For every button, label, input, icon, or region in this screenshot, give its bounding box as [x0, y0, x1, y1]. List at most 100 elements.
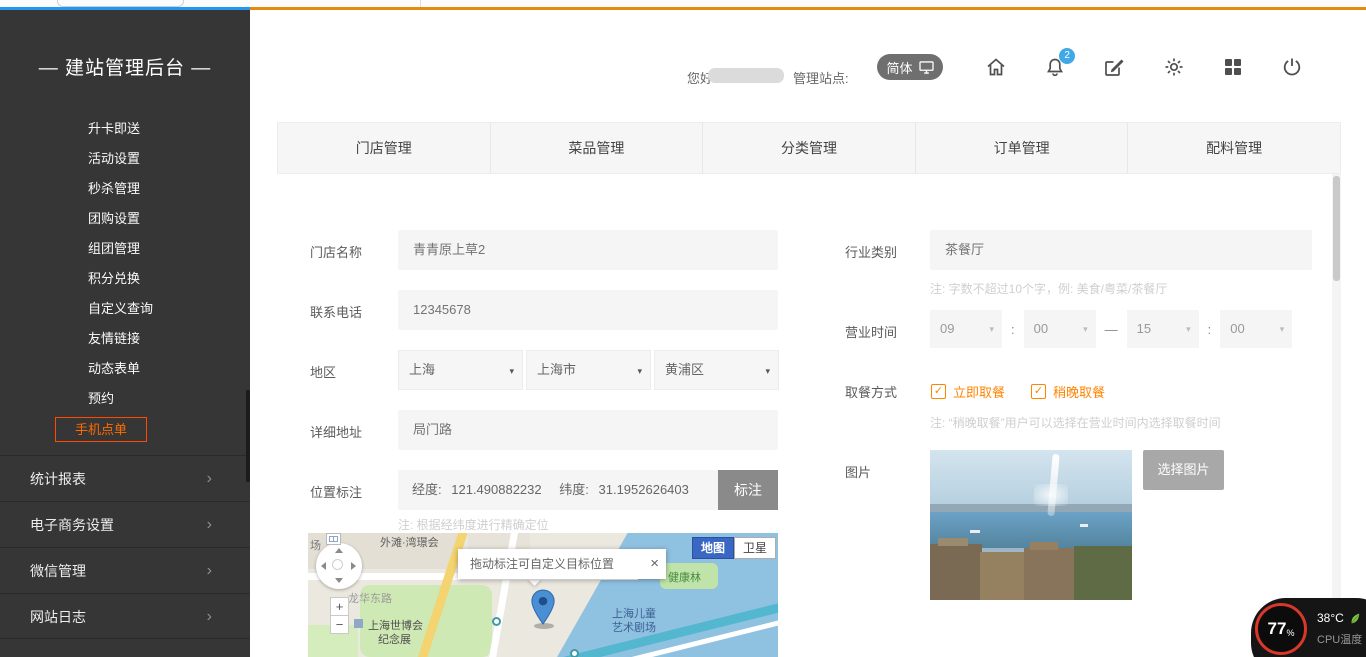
tab-ingredient-management[interactable]: 配料管理	[1128, 123, 1340, 173]
store-name-input[interactable]: 青青原上草2	[398, 230, 778, 270]
sidebar-scrollbar-thumb[interactable]	[246, 390, 250, 482]
open-hour-select[interactable]: 09 ▾	[930, 310, 1002, 348]
chevron-down-icon: ▾	[637, 351, 642, 391]
sidebar-item-mobile-order-wrap: 手机点单	[0, 414, 250, 444]
bell-icon[interactable]: 2	[1043, 55, 1067, 79]
checkbox-immediate-pickup[interactable]: ✓	[931, 384, 946, 399]
photo-boat	[970, 530, 980, 533]
pan-down-icon[interactable]	[335, 578, 343, 583]
pan-up-icon[interactable]	[335, 548, 343, 553]
power-icon[interactable]	[1280, 55, 1304, 79]
tab-dish-management[interactable]: 菜品管理	[491, 123, 704, 173]
edit-icon[interactable]	[1102, 55, 1126, 79]
pan-left-icon[interactable]	[321, 562, 326, 570]
zoom-out-button[interactable]: −	[330, 615, 349, 634]
map-tooltip: 拖动标注可自定义目标位置 ×	[458, 549, 666, 579]
sidebar-section-label: 微信管理	[30, 563, 86, 579]
colon-separator: :	[1011, 322, 1015, 337]
sidebar-item-custom-query[interactable]: 自定义查询	[0, 294, 250, 324]
sidebar-section-label: 电子商务设置	[30, 517, 114, 533]
open-minute-select[interactable]: 00 ▾	[1024, 310, 1096, 348]
store-photo	[930, 450, 1132, 600]
tooltip-text: 拖动标注可自定义目标位置	[470, 557, 614, 571]
open-hour-value: 09	[940, 321, 954, 336]
lng-value: 121.490882232	[451, 482, 541, 497]
language-button[interactable]: 简体	[877, 54, 943, 80]
username-redacted	[708, 68, 784, 83]
map-label: 外滩·湾璟会	[380, 534, 439, 550]
map-type-satellite-button[interactable]: 卫星	[734, 537, 776, 559]
sidebar-section-label: 统计报表	[30, 471, 86, 487]
map-canvas[interactable]: 外滩·湾璟会 龙华东路 上海世博会 纪念展 健康林 上海儿童 艺术剧场 场 拖动…	[308, 533, 778, 657]
colon-separator: :	[1208, 322, 1212, 337]
cpu-widget: 77 % 38°C CPU温度	[1251, 598, 1366, 657]
pickup-row: ✓ 立即取餐 ✓ 稍晚取餐	[931, 382, 1131, 401]
choose-image-button[interactable]: 选择图片	[1143, 450, 1224, 490]
sidebar-section-logs[interactable]: 网站日志 ›	[0, 593, 250, 639]
sidebar-item-activity[interactable]: 活动设置	[0, 144, 250, 174]
chevron-right-icon: ›	[207, 548, 212, 594]
phone-input[interactable]: 12345678	[398, 290, 778, 330]
topbar-icons: 2	[984, 53, 1304, 81]
region-label: 地区	[310, 362, 336, 381]
mark-location-button[interactable]: 标注	[718, 470, 778, 510]
sidebar-item-groupbuy[interactable]: 团购设置	[0, 204, 250, 234]
sidebar-item-links[interactable]: 友情链接	[0, 324, 250, 354]
province-select[interactable]: 上海 ▾	[398, 350, 523, 390]
apps-grid-icon[interactable]	[1221, 55, 1245, 79]
sidebar-item-mobile-order[interactable]: 手机点单	[55, 417, 147, 442]
tab-store-management[interactable]: 门店管理	[278, 123, 491, 173]
close-hour-select[interactable]: 15 ▾	[1127, 310, 1199, 348]
content-scrollbar[interactable]	[1332, 174, 1341, 657]
map-label: 场	[310, 537, 321, 553]
photo-fountain-mist	[1034, 484, 1068, 506]
close-hour-value: 15	[1137, 321, 1151, 336]
district-select[interactable]: 黄浦区 ▾	[654, 350, 779, 390]
tab-category-management[interactable]: 分类管理	[703, 123, 916, 173]
map-label: 健康林	[668, 569, 701, 585]
location-box[interactable]: 经度: 121.490882232 纬度: 31.1952626403 标注	[398, 470, 778, 510]
pan-center-icon	[332, 559, 343, 570]
photo-building	[930, 544, 982, 600]
cpu-temperature: 38°C	[1317, 611, 1361, 625]
close-icon[interactable]: ×	[650, 549, 659, 579]
industry-input[interactable]: 茶餐厅	[930, 230, 1312, 270]
cpu-gauge: 77 %	[1255, 603, 1307, 655]
tab-order-management[interactable]: 订单管理	[916, 123, 1129, 173]
sidebar-item-booking[interactable]: 预约	[0, 384, 250, 414]
sidebar-section-ecommerce[interactable]: 电子商务设置 ›	[0, 501, 250, 547]
home-icon[interactable]	[984, 55, 1008, 79]
hours-row: 09 ▾ : 00 ▾ — 15 ▾ : 00 ▾	[930, 310, 1292, 348]
map-type-map-button[interactable]: 地图	[692, 537, 734, 559]
close-minute-value: 00	[1230, 321, 1244, 336]
city-select[interactable]: 上海市 ▾	[526, 350, 651, 390]
photo-building	[980, 552, 1026, 600]
content-scrollbar-thumb[interactable]	[1333, 176, 1340, 281]
sidebar-section-stats[interactable]: 统计报表 ›	[0, 455, 250, 501]
location-note: 注: 根据经纬度进行精确定位	[398, 516, 549, 533]
sidebar-item-dynamic-form[interactable]: 动态表单	[0, 354, 250, 384]
sidebar-item-flashsale[interactable]: 秒杀管理	[0, 174, 250, 204]
checkbox-later-pickup[interactable]: ✓	[1031, 384, 1046, 399]
sidebar-item-team[interactable]: 组团管理	[0, 234, 250, 264]
photo-boat	[1080, 524, 1088, 527]
photo-roof	[1030, 542, 1058, 550]
close-minute-select[interactable]: 00 ▾	[1220, 310, 1292, 348]
chevron-down-icon: ▾	[765, 351, 770, 391]
map-pin-icon[interactable]	[530, 589, 556, 625]
sidebar-item-points[interactable]: 积分兑换	[0, 264, 250, 294]
tabbar: 门店管理 菜品管理 分类管理 订单管理 配料管理	[277, 122, 1341, 174]
pan-right-icon[interactable]	[351, 562, 356, 570]
map-overview-icon[interactable]	[326, 533, 341, 545]
sidebar-section-wechat[interactable]: 微信管理 ›	[0, 547, 250, 593]
browser-strip	[0, 0, 1366, 10]
zoom-in-button[interactable]: +	[330, 597, 349, 616]
gear-icon[interactable]	[1162, 55, 1186, 79]
cpu-percent-sign: %	[1286, 628, 1294, 638]
location-label: 位置标注	[310, 482, 362, 501]
map-pan-control[interactable]	[316, 543, 362, 589]
lat-label: 纬度:	[559, 482, 589, 497]
city-value: 上海市	[537, 362, 576, 377]
chevron-down-icon: ▾	[1186, 310, 1191, 348]
address-input[interactable]: 局门路	[398, 410, 778, 450]
